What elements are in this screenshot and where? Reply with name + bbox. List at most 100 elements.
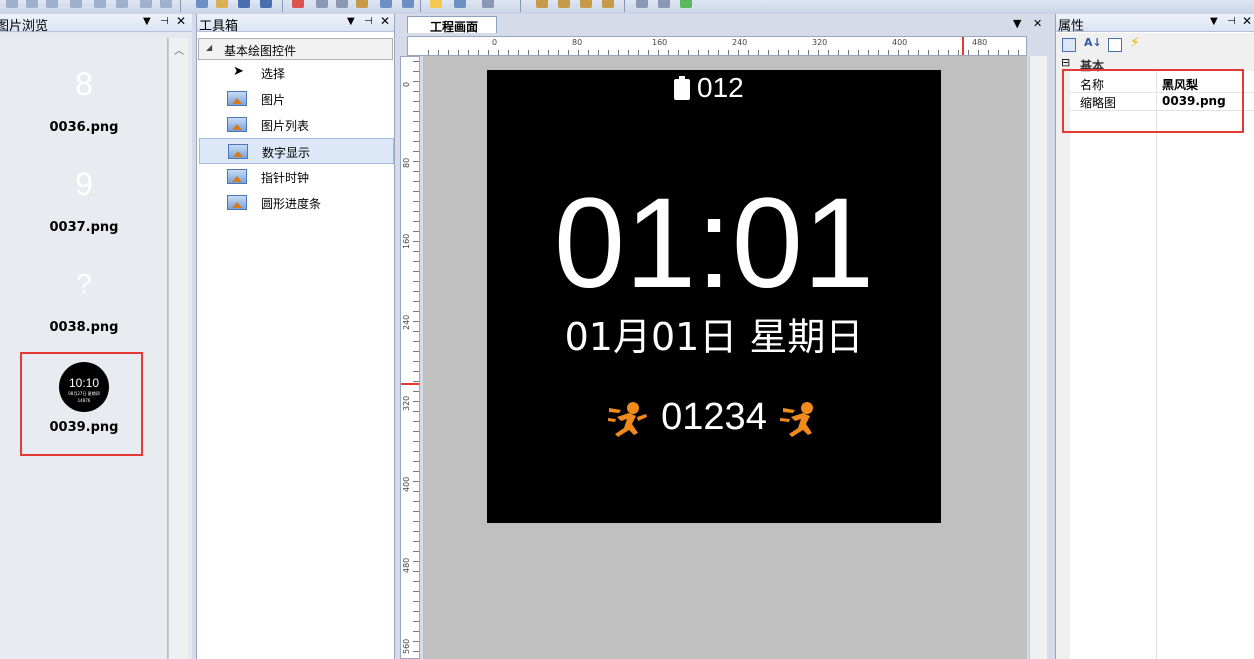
new-file-icon[interactable] [196, 0, 208, 8]
layer-down-icon[interactable] [558, 0, 570, 8]
tab-dropdown-icon[interactable]: ▼ [1013, 17, 1021, 30]
toolbox-pane: 工具箱 ▼ ⊣ ✕ ◢ 基本绘图控件 ➤ 选择 图片 图片列表 数字显示 指针时… [196, 14, 395, 659]
collapse-triangle-icon[interactable]: ◢ [206, 43, 212, 52]
layer-up-icon[interactable] [536, 0, 548, 8]
toolbox-group-label: 基本绘图控件 [224, 44, 297, 58]
save-icon[interactable] [238, 0, 250, 8]
ruler-tick [413, 631, 419, 632]
thumbnail-item[interactable]: 8 0036.png [0, 62, 168, 162]
undo-icon[interactable] [380, 0, 392, 8]
thumbnail-item[interactable]: ? 0038.png [0, 262, 168, 362]
ruler-tick [413, 151, 419, 152]
paste-icon[interactable] [356, 0, 368, 8]
settings-icon[interactable] [454, 0, 466, 8]
ruler-tick [413, 541, 419, 542]
pane-dropdown-icon[interactable]: ▼ [143, 16, 151, 27]
ruler-tick [413, 461, 419, 462]
zoom-reset-icon[interactable] [680, 0, 692, 8]
ruler-tick [413, 591, 419, 592]
toolbox-group-basic[interactable]: ◢ 基本绘图控件 [198, 38, 393, 60]
selection-highlight [20, 352, 143, 456]
image-icon [227, 91, 247, 106]
steps-display[interactable]: 01234 [487, 396, 941, 439]
align-top-icon[interactable] [70, 0, 82, 8]
layer-top-icon[interactable] [580, 0, 592, 8]
pin-icon[interactable]: ⊣ [1227, 16, 1236, 27]
ruler-tick [413, 131, 419, 132]
image-icon [228, 144, 248, 159]
zoom-in-icon[interactable] [636, 0, 648, 8]
cut-icon[interactable] [316, 0, 328, 8]
ruler-tick [413, 91, 419, 92]
copy-icon[interactable] [336, 0, 348, 8]
runner-right-icon [780, 402, 813, 437]
ruler-tick [413, 491, 419, 492]
pin-icon[interactable]: ⊣ [364, 16, 373, 27]
vertical-scrollbar[interactable]: ︿ [168, 38, 188, 659]
ruler-tick [413, 121, 419, 122]
tool-image-list[interactable]: 图片列表 [199, 112, 394, 138]
ruler-tick [413, 481, 419, 482]
watch-face-preview[interactable]: 012 01:01 01月01日 星期日 01234 [487, 70, 941, 523]
zoom-fit-icon[interactable] [658, 0, 670, 8]
tool-select[interactable]: ➤ 选择 [199, 60, 394, 86]
same-size-icon[interactable] [140, 0, 152, 8]
ruler-tick [413, 261, 419, 262]
align-left-icon[interactable] [6, 0, 18, 8]
thumbnail-list: 8 0036.png 9 0037.png ? 0038.png 10:10 0… [0, 38, 168, 659]
thumbnail-preview: 8 [75, 66, 93, 102]
redo-icon[interactable] [402, 0, 414, 8]
delete-icon[interactable] [292, 0, 304, 8]
tool-image[interactable]: 图片 [199, 86, 394, 112]
battery-value[interactable]: 012 [697, 72, 744, 104]
layer-bottom-icon[interactable] [602, 0, 614, 8]
ruler-tick [413, 111, 419, 112]
pane-dropdown-icon[interactable]: ▼ [347, 16, 355, 27]
tab-close-icon[interactable]: ✕ [1033, 17, 1042, 30]
tab-project-screen[interactable]: 工程画面 [407, 16, 497, 34]
close-icon[interactable]: ✕ [1242, 14, 1252, 28]
ruler-label: 80 [402, 157, 411, 168]
categorized-icon[interactable] [1062, 38, 1076, 52]
thumbnail-item[interactable]: 9 0037.png [0, 162, 168, 262]
pin-icon[interactable]: ⊣ [160, 16, 169, 27]
pane-dropdown-icon[interactable]: ▼ [1210, 16, 1218, 27]
align-middle-icon[interactable] [94, 0, 106, 8]
align-bottom-icon[interactable] [116, 0, 128, 8]
align-center-icon[interactable] [26, 0, 38, 8]
sort-alpha-icon[interactable]: A↓ [1084, 36, 1102, 50]
open-file-icon[interactable] [216, 0, 228, 8]
distribute-icon[interactable] [160, 0, 172, 8]
canvas-vertical-scrollbar[interactable] [1029, 56, 1047, 659]
collapse-icon[interactable]: ⊟ [1061, 56, 1070, 69]
close-icon[interactable]: ✕ [176, 14, 186, 28]
ruler-tick [413, 601, 419, 602]
ruler-tick [413, 511, 419, 512]
tool-number-display[interactable]: 数字显示 [199, 138, 394, 164]
close-icon[interactable]: ✕ [380, 14, 390, 28]
tool-circular-progress[interactable]: 圆形进度条 [199, 190, 394, 216]
save-all-icon[interactable] [260, 0, 272, 8]
property-pages-icon[interactable] [1108, 38, 1122, 52]
events-icon[interactable]: ⚡ [1130, 35, 1144, 51]
ruler-tick [413, 271, 419, 272]
ruler-tick [413, 431, 419, 432]
vertical-ruler: 0 80 160 240 320 400 480 560 [400, 56, 420, 659]
ruler-tick [413, 471, 419, 472]
pointer-tool-icon[interactable] [430, 0, 442, 8]
tool-label: 数字显示 [262, 146, 311, 160]
align-right-icon[interactable] [46, 0, 58, 8]
tool-analog-clock[interactable]: 指针时钟 [199, 164, 394, 190]
ruler-tick [413, 521, 419, 522]
image-icon [227, 195, 247, 210]
scroll-up-icon[interactable]: ︿ [174, 42, 184, 57]
ruler-tick [413, 331, 419, 332]
grid-icon[interactable] [482, 0, 494, 8]
time-display[interactable]: 01:01 [487, 174, 941, 314]
ruler-tick [413, 191, 419, 192]
pointer-icon: ➤ [233, 64, 244, 79]
design-canvas[interactable]: 012 01:01 01月01日 星期日 01234 [423, 56, 1027, 659]
date-display[interactable]: 01月01日 星期日 [487, 306, 941, 361]
ruler-tick [413, 621, 419, 622]
ruler-tick [413, 251, 419, 252]
